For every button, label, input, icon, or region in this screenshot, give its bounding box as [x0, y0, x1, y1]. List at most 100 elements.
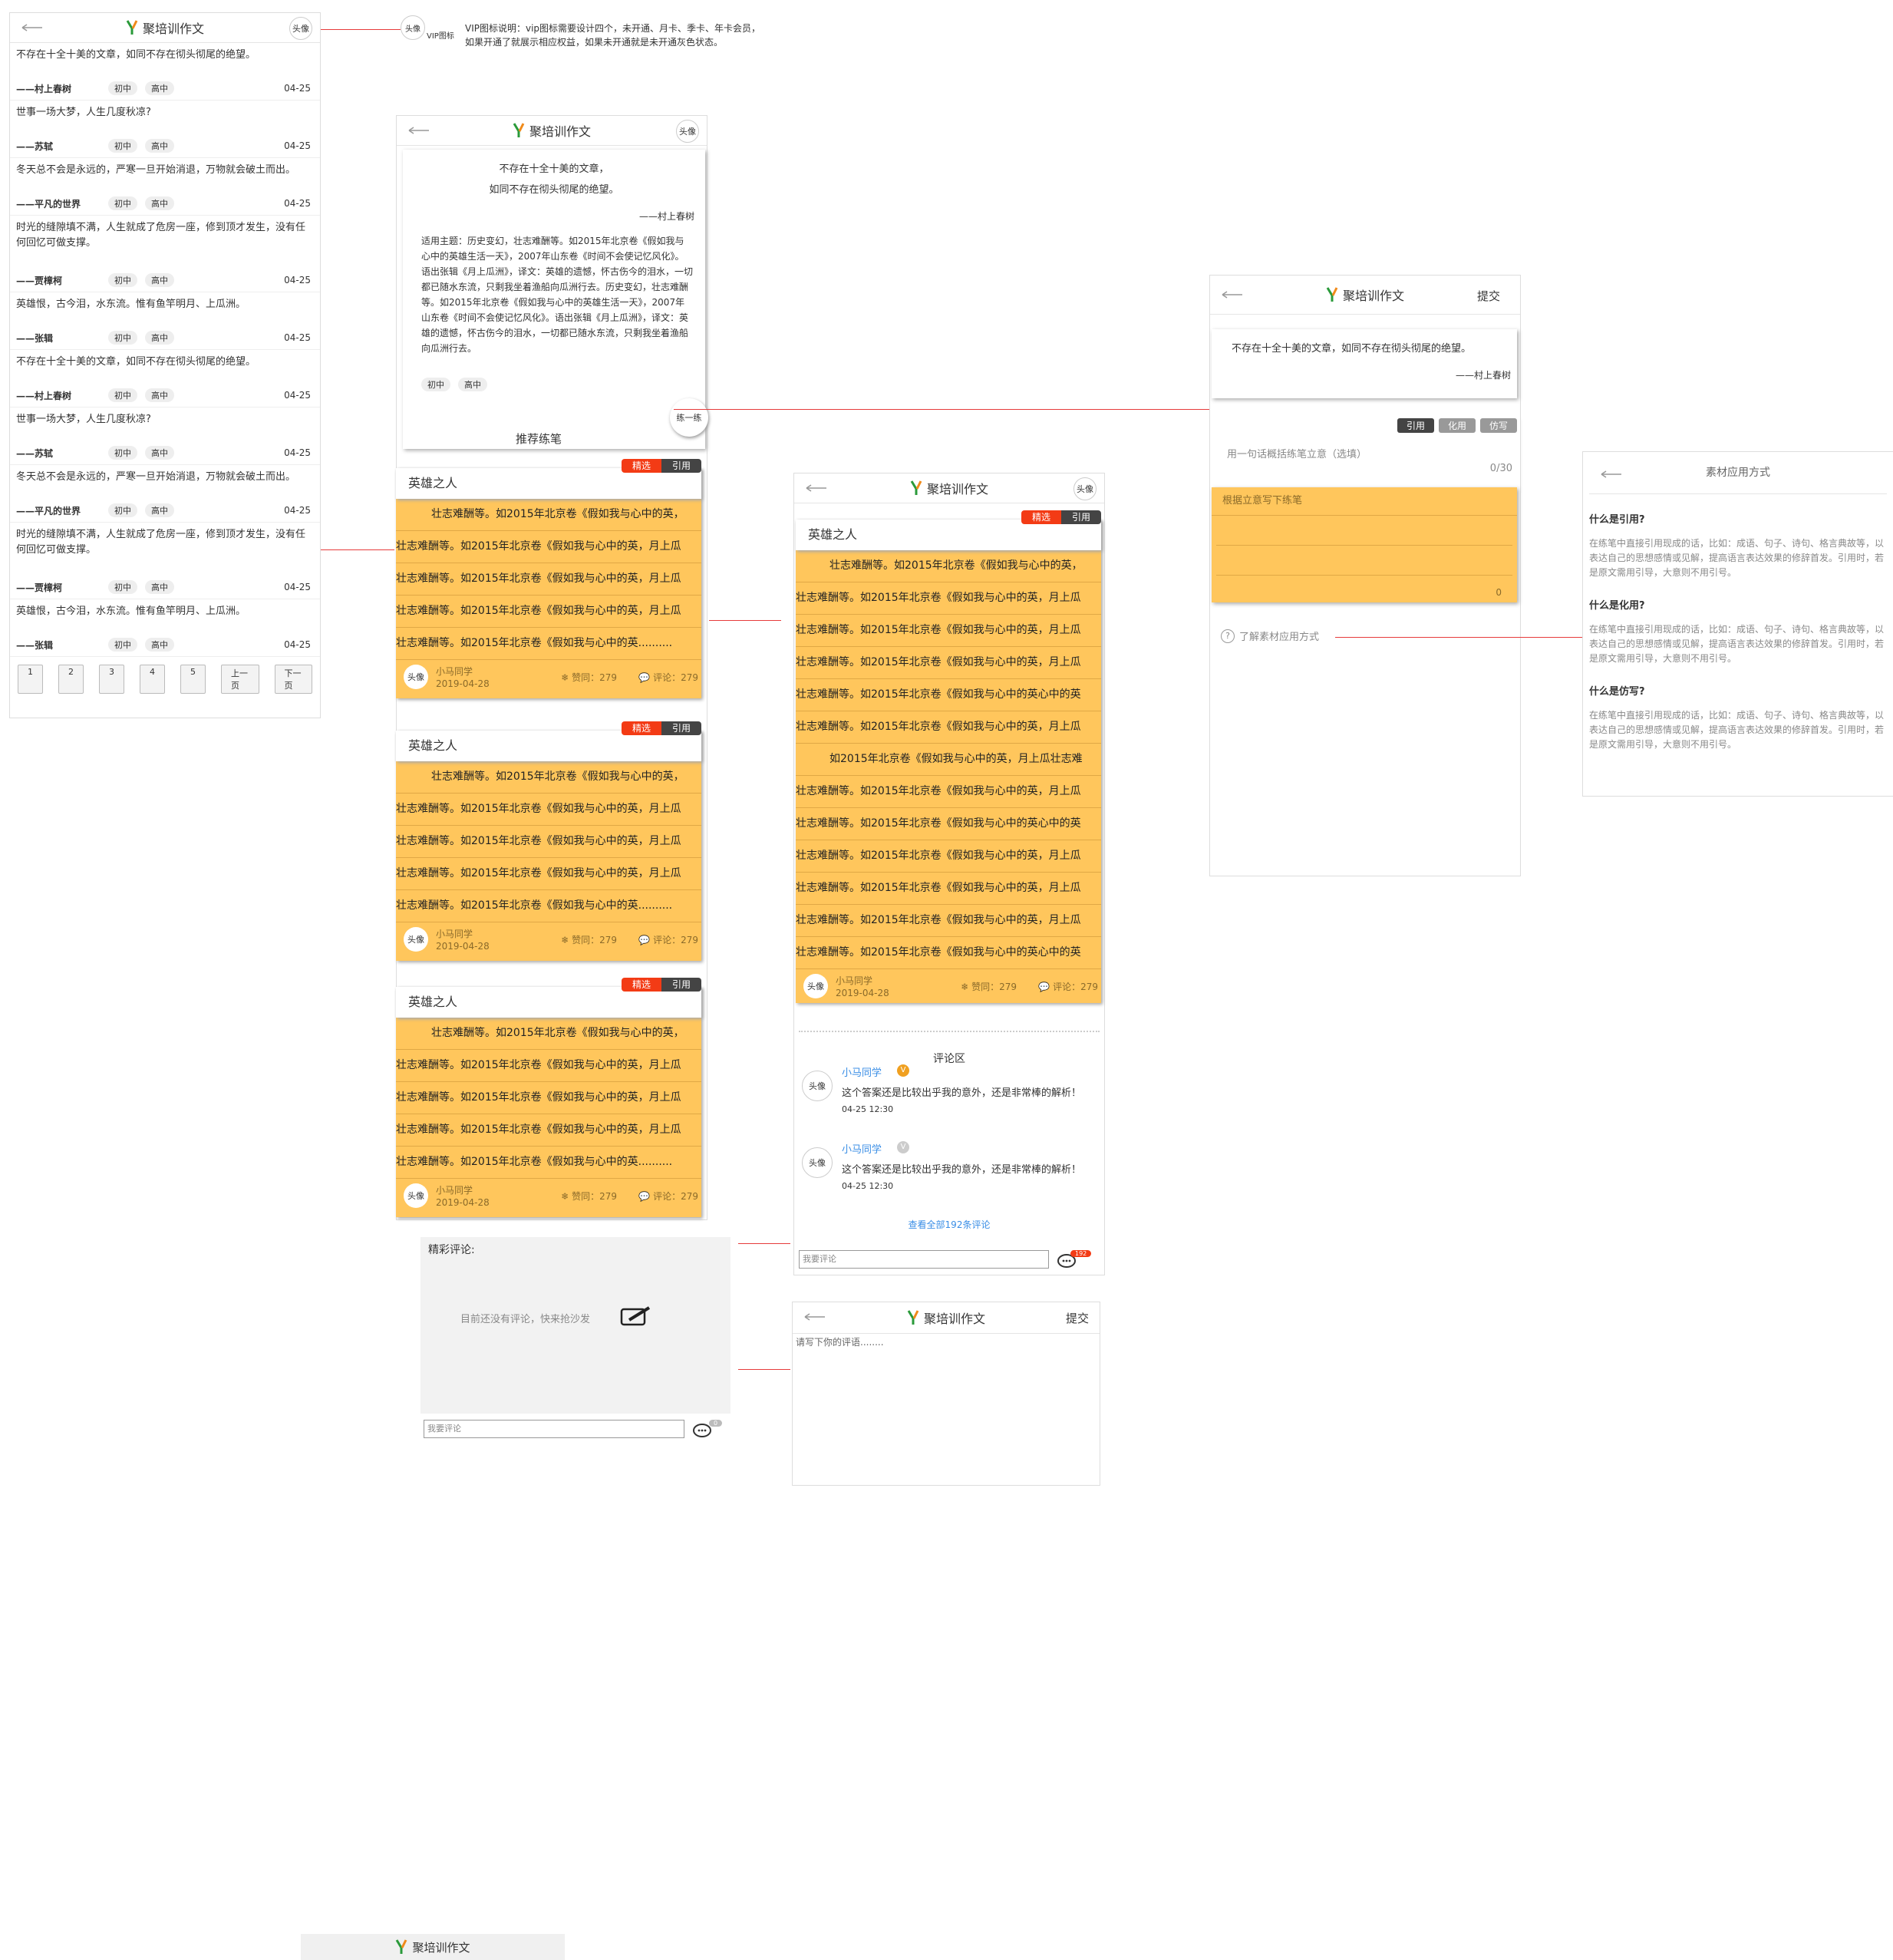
- tag-senior: 高中: [145, 638, 174, 652]
- comment-avatar[interactable]: 头像: [802, 1147, 833, 1178]
- cite-badge[interactable]: 引用: [661, 459, 701, 473]
- page-button[interactable]: 2: [58, 665, 84, 694]
- essay-line: 壮志难酬等。如2015年北京卷《假如我与心中的英，月上瓜: [396, 794, 701, 826]
- edit-icon[interactable]: [618, 1305, 652, 1328]
- likes-label: 赞同：279: [572, 935, 617, 945]
- mode-tab[interactable]: 仿写: [1479, 418, 1517, 433]
- user-avatar[interactable]: 头像: [404, 927, 428, 952]
- tag-senior: 高中: [145, 503, 174, 517]
- page-button[interactable]: 下一页: [274, 665, 312, 694]
- back-arrow-icon[interactable]: [407, 125, 430, 136]
- page-button[interactable]: 3: [99, 665, 124, 694]
- cite-badge[interactable]: 引用: [661, 721, 701, 735]
- submit-button[interactable]: 提交: [1477, 288, 1500, 304]
- quote-author: ——苏轼: [16, 140, 54, 152]
- comments[interactable]: 💬 评论：279: [1038, 980, 1098, 993]
- essay-date: 2019-04-28: [436, 1197, 490, 1208]
- list-item[interactable]: 时光的缝隙填不满，人生就成了危房一座，修到顶才发生，没有任何回忆可做支撑。 ——贾…: [10, 216, 320, 292]
- practice-body-card[interactable]: 根据立意写下练笔 0: [1212, 487, 1517, 602]
- back-arrow-icon[interactable]: [805, 483, 828, 493]
- quote-author: ——贾樟柯: [16, 275, 63, 286]
- submit-button[interactable]: 提交: [1066, 1310, 1089, 1326]
- likes-label: 赞同：279: [572, 1191, 617, 1202]
- likes[interactable]: ❄ 赞同：279: [561, 671, 617, 684]
- essay-card[interactable]: 英雄之人 精选 引用 壮志难酬等。如2015年北京卷《假如我与心中的英， 壮志难酬等。如…: [396, 978, 701, 1217]
- cite-badge[interactable]: 引用: [1060, 510, 1101, 524]
- tag-junior: 初中: [108, 503, 137, 517]
- quote-text: 不存在十全十美的文章，如同不存在彻头彻尾的绝望。: [16, 49, 256, 61]
- user-avatar[interactable]: 头像: [803, 974, 828, 998]
- tag-junior: 初中: [108, 81, 137, 95]
- essay-footer: 头像 小马同学 2019-04-28 ❄ 赞同：279 💬 评论：279: [396, 660, 701, 694]
- essay-card[interactable]: 英雄之人 精选 引用 壮志难酬等。如2015年北京卷《假如我与心中的英， 壮志难酬等。如…: [396, 721, 701, 961]
- user-avatar[interactable]: 头像: [404, 1183, 428, 1208]
- navbar: 聚培训作文 头像: [10, 13, 320, 43]
- logo-icon: [1326, 287, 1338, 302]
- quote-author: ——村上春树: [16, 390, 72, 401]
- avatar-button[interactable]: 头像: [289, 17, 312, 40]
- list-item[interactable]: 冬天总不会是永远的，严寒一旦开始消退，万物就会破土而出。 ——平凡的世界 初中 高中 0…: [10, 465, 320, 523]
- tag-senior: 高中: [145, 331, 174, 345]
- page-button[interactable]: 1: [18, 665, 43, 694]
- back-arrow-icon[interactable]: [1221, 289, 1244, 300]
- back-arrow-icon[interactable]: [21, 22, 44, 33]
- essay-line: 壮志难酬等。如2015年北京卷《假如我与心中的英..........: [396, 628, 701, 660]
- back-arrow-icon[interactable]: [803, 1312, 826, 1322]
- vip-icon: V: [897, 1141, 909, 1153]
- help-sections: 什么是引用? 在练笔中直接引用现成的话，比如：成语、句子、诗句、格言典故等，以表达…: [1583, 511, 1893, 752]
- idea-input[interactable]: 用一句话概括练笔立意（选填）: [1227, 446, 1367, 460]
- page-button[interactable]: 4: [140, 665, 165, 694]
- essay-head: 英雄之人 精选 引用: [396, 721, 701, 761]
- avatar-button[interactable]: 头像: [1073, 477, 1097, 500]
- tag-row: 初中 高中: [421, 376, 705, 391]
- list-item[interactable]: 不存在十全十美的文章，如同不存在彻头彻尾的绝望。 ——村上春树 初中 高中 04-25: [10, 43, 320, 101]
- list-item[interactable]: 英雄恨，古今泪，水东流。惟有鱼竿明月、上瓜洲。 ——张辑 初中 高中 04-25: [10, 292, 320, 350]
- back-arrow-icon[interactable]: [1600, 469, 1623, 480]
- comment-input[interactable]: 我要评论: [799, 1250, 1049, 1269]
- likes[interactable]: ❄ 赞同：279: [561, 933, 617, 946]
- review-textarea[interactable]: 请写下你的评语........: [793, 1334, 1100, 1483]
- comments[interactable]: 💬 评论：279: [638, 933, 698, 946]
- write-review-screen: 聚培训作文 提交 请写下你的评语........: [792, 1302, 1100, 1486]
- comment-time: 04-25 12:30: [842, 1104, 894, 1114]
- tag-senior: 高中: [145, 196, 174, 210]
- likes[interactable]: ❄ 赞同：279: [961, 980, 1017, 993]
- avatar-button[interactable]: 头像: [676, 120, 699, 143]
- list-item[interactable]: 世事一场大梦，人生几度秋凉? ——苏轼 初中 高中 04-25: [10, 101, 320, 158]
- list-item[interactable]: 英雄恨，古今泪，水东流。惟有鱼竿明月、上瓜洲。 ——张辑 初中 高中 04-25: [10, 599, 320, 657]
- list-item[interactable]: 冬天总不会是永远的，严寒一旦开始消退，万物就会破土而出。 ——平凡的世界 初中 高中 0…: [10, 158, 320, 216]
- mode-tab[interactable]: 化用: [1438, 418, 1476, 433]
- comment-avatar[interactable]: 头像: [802, 1071, 833, 1101]
- essay-line: 壮志难酬等。如2015年北京卷《假如我与心中的英，月上瓜: [396, 563, 701, 596]
- tag-junior: 初中: [108, 388, 137, 402]
- essay-line: 壮志难酬等。如2015年北京卷《假如我与心中的英，: [796, 550, 1101, 582]
- badges: 精选 引用: [621, 978, 701, 992]
- mode-tab[interactable]: 引用: [1397, 418, 1434, 433]
- recommend-title: 推荐练笔: [515, 432, 562, 446]
- quote-date: 04-25: [284, 83, 311, 94]
- essay-line: 壮志难酬等。如2015年北京卷《假如我与心中的英，月上瓜: [396, 1082, 701, 1114]
- comments[interactable]: 💬 评论：279: [638, 1190, 698, 1203]
- quote-author: ——苏轼: [16, 447, 54, 459]
- view-all-comments[interactable]: 查看全部192条评论: [794, 1218, 1104, 1231]
- comment-input[interactable]: 我要评论: [424, 1420, 684, 1438]
- tag-senior: 高中: [458, 378, 487, 391]
- list-item[interactable]: 时光的缝隙填不满，人生就成了危房一座，修到顶才发生，没有任何回忆可做支撑。 ——贾…: [10, 523, 320, 599]
- list-item[interactable]: 世事一场大梦，人生几度秋凉? ——苏轼 初中 高中 04-25: [10, 408, 320, 465]
- navbar: 聚培训作文 头像: [397, 116, 707, 146]
- page-button[interactable]: 上一页: [221, 665, 259, 694]
- help-link[interactable]: ? 了解素材应用方式: [1221, 629, 1319, 643]
- comment-user[interactable]: 小马同学: [842, 1064, 882, 1079]
- help-answer: 在练笔中直接引用现成的话，比如：成语、句子、诗句、格言典故等，以表达自己的思想感…: [1589, 624, 1885, 664]
- cite-badge[interactable]: 引用: [661, 978, 701, 992]
- likes[interactable]: ❄ 赞同：279: [561, 1190, 617, 1203]
- essay-card[interactable]: 英雄之人 精选 引用 壮志难酬等。如2015年北京卷《假如我与心中的英， 壮志难酬等。如…: [396, 459, 701, 698]
- help-question: 什么是引用?: [1589, 514, 1645, 526]
- comments[interactable]: 💬 评论：279: [638, 671, 698, 684]
- essay-footer: 头像 小马同学 2019-04-28 ❄ 赞同：279 💬 评论：279: [396, 1179, 701, 1213]
- vip-icon-label: VIP图标: [427, 32, 454, 41]
- page-button[interactable]: 5: [180, 665, 206, 694]
- comment-user[interactable]: 小马同学: [842, 1141, 882, 1156]
- list-item[interactable]: 不存在十全十美的文章，如同不存在彻头彻尾的绝望。 ——村上春树 初中 高中 04-25: [10, 350, 320, 408]
- user-avatar[interactable]: 头像: [404, 665, 428, 689]
